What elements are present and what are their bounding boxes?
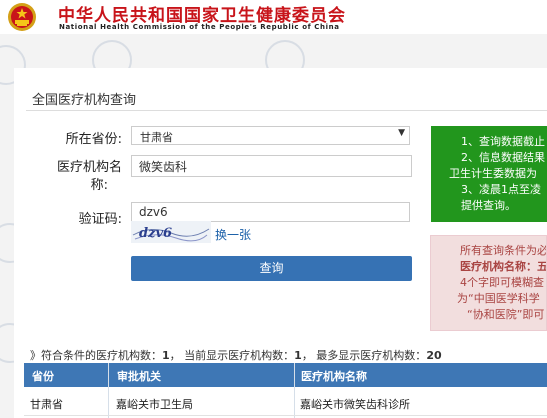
row-divider: [24, 415, 547, 416]
province-select-value: 甘肃省: [140, 131, 173, 144]
refresh-captcha-link[interactable]: 换一张: [215, 226, 251, 243]
captcha-input[interactable]: dzv6: [131, 202, 410, 222]
summary-shown: 1: [294, 349, 302, 362]
summary-count: 1: [162, 349, 170, 362]
column-divider: [108, 363, 109, 418]
notice-info-box: 1、查询数据截止 2、信息数据结果 卫生计生委数据为 3、凌晨1点至凌 提供查询…: [431, 126, 547, 222]
notice-info-line: 1、查询数据截止: [461, 135, 545, 148]
table-cell: 嘉峪关市卫生局: [116, 398, 193, 411]
column-divider: [294, 363, 295, 418]
table-cell: 甘肃省: [30, 398, 63, 411]
summary-max: 20: [426, 349, 442, 362]
notice-info-line: 2、信息数据结果: [461, 151, 545, 164]
captcha-label: 验证码:: [78, 212, 122, 227]
table-header-cell: 省份: [32, 370, 54, 383]
table-header-cell: 医疗机构名称: [301, 370, 367, 383]
notice-warning-line: 4个字即可模糊查: [460, 276, 544, 289]
table-header: 省份 审批机关 医疗机构名称: [24, 363, 547, 387]
site-header: 中华人民共和国国家卫生健康委员会 National Health Commiss…: [0, 0, 547, 34]
summary-mid2: ， 最多显示医疗机构数：: [301, 349, 427, 362]
captcha-text: dzv6: [139, 226, 172, 241]
chevron-down-icon: ▼: [398, 128, 405, 138]
province-label: 所在省份:: [65, 132, 122, 147]
notice-warning-line: “协和医院”即可: [467, 308, 545, 321]
title-divider: [26, 110, 547, 111]
notice-warning-box: 所有查询条件为必 医疗机构名称：五 4个字即可模糊查 为“中国医学科学 “协和医…: [430, 235, 547, 331]
notice-warning-line: 为“中国医学科学: [457, 292, 540, 305]
summary-prefix: 》符合条件的医疗机构数：: [30, 349, 162, 362]
notice-info-line: 提供查询。: [461, 199, 516, 212]
page-title: 全国医疗机构查询: [32, 93, 137, 108]
province-select[interactable]: 甘肃省 ▼: [131, 126, 410, 145]
institution-label-line2: 称:: [90, 178, 108, 193]
notice-info-line: 3、凌晨1点至凌: [461, 183, 541, 196]
institution-label-line1: 医疗机构名: [56, 160, 122, 175]
query-button[interactable]: 查询: [131, 256, 412, 281]
summary-mid: ， 当前显示医疗机构数：: [169, 349, 295, 362]
notice-warning-line: 所有查询条件为必: [460, 244, 547, 257]
result-summary: 》符合条件的医疗机构数：1， 当前显示医疗机构数：1， 最多显示医疗机构数：20: [30, 347, 442, 363]
notice-warning-line: 医疗机构名称：五: [460, 260, 547, 273]
notice-info-line: 卫生计生委数据为: [449, 167, 537, 180]
institution-label: 医疗机构名 称:: [38, 159, 122, 195]
site-title-en: National Health Commission of the People…: [59, 23, 340, 31]
table-cell: 嘉峪关市微笑齿科诊所: [300, 398, 410, 411]
national-emblem-icon: [8, 3, 36, 31]
table-header-cell: 审批机关: [117, 370, 161, 383]
institution-name-input[interactable]: 微笑齿科: [131, 155, 412, 177]
captcha-image[interactable]: dzv6: [131, 221, 211, 243]
